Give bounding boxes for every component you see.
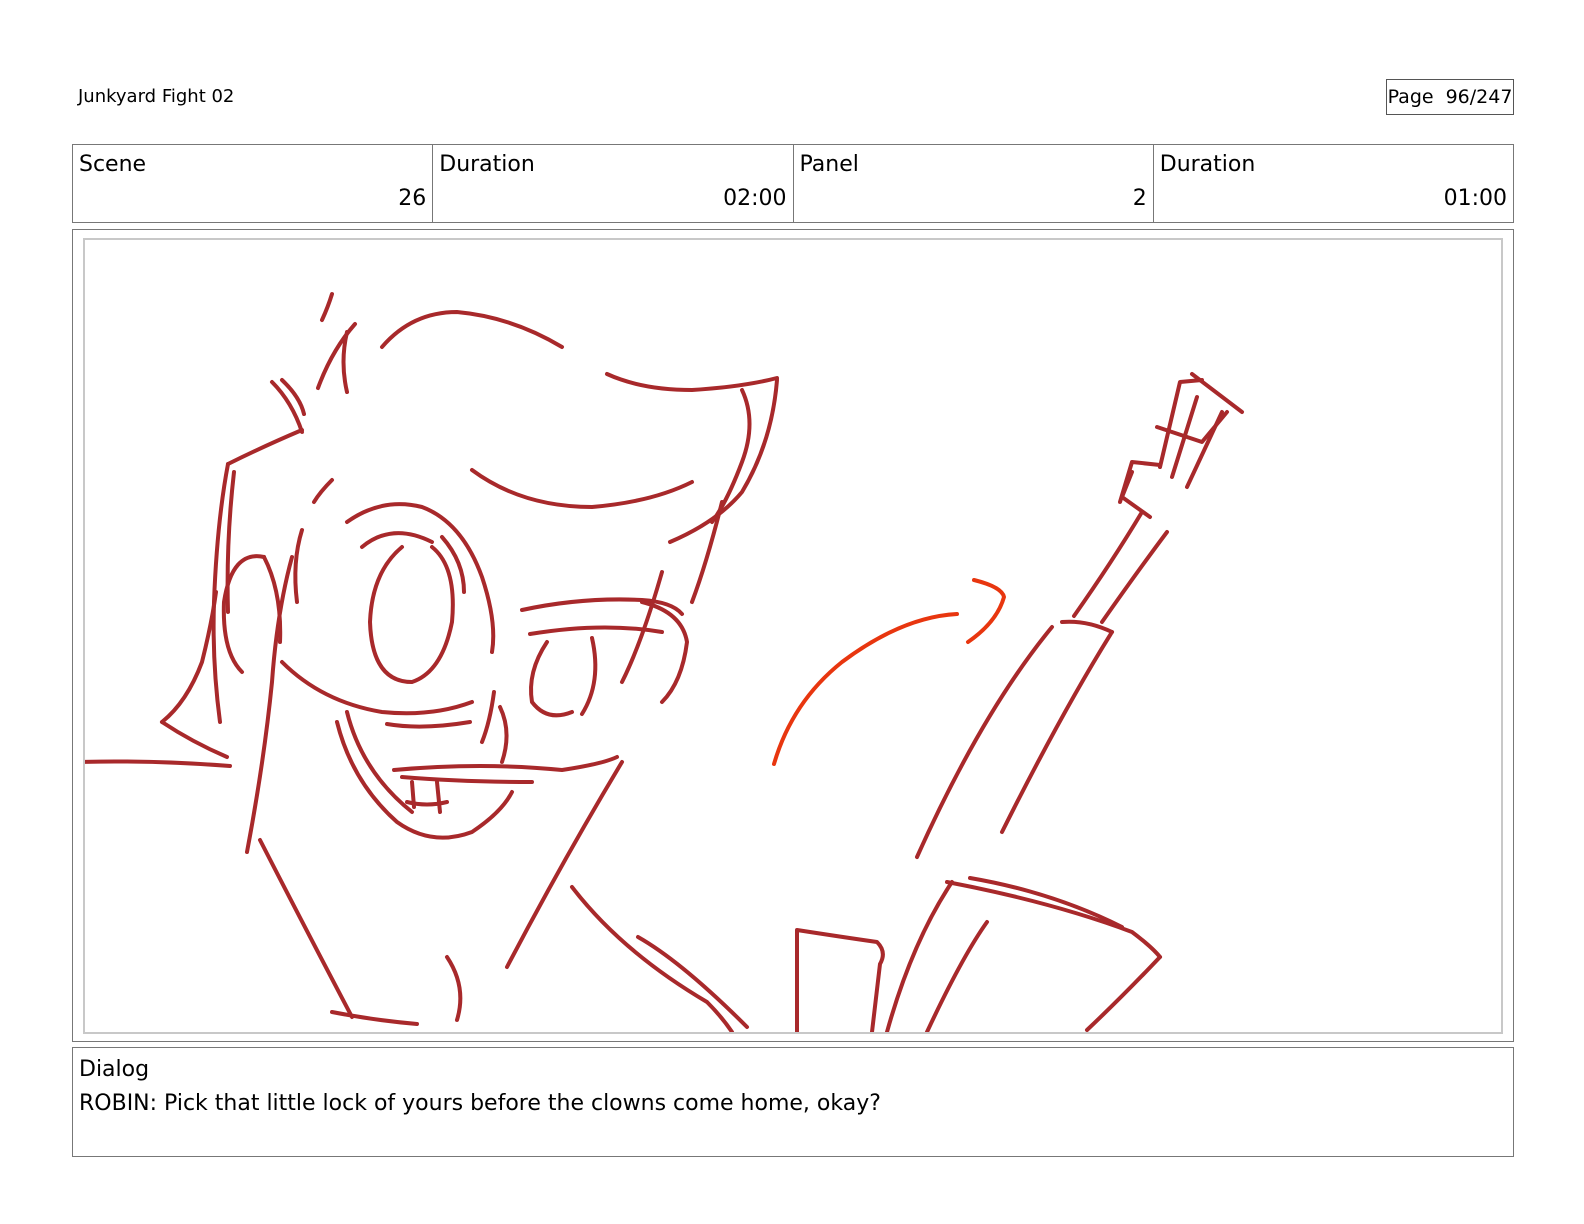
panel-duration-cell: Duration 01:00 <box>1154 145 1513 222</box>
document-title: Junkyard Fight 02 <box>78 86 235 107</box>
page-label: Page <box>1387 86 1434 108</box>
panel-duration-label: Duration <box>1159 152 1256 177</box>
dialog-text: ROBIN: Pick that little lock of yours be… <box>79 1091 881 1116</box>
panel-duration-value: 01:00 <box>1443 186 1507 211</box>
scene-duration-cell: Duration 02:00 <box>433 145 794 222</box>
character-sketch <box>85 292 1244 1032</box>
panel-label: Panel <box>799 152 859 177</box>
dialog-label: Dialog <box>79 1057 150 1082</box>
page-number: 96/247 <box>1445 86 1513 108</box>
scene-label: Scene <box>79 152 147 177</box>
scene-duration-value: 02:00 <box>723 186 787 211</box>
panel-info-row: Scene 26 Duration 02:00 Panel 2 Duration… <box>72 144 1514 223</box>
dialog-box: Dialog ROBIN: Pick that little lock of y… <box>72 1047 1514 1157</box>
scene-duration-label: Duration <box>439 152 535 177</box>
scene-value: 26 <box>398 186 427 211</box>
storyboard-panel-image <box>83 238 1503 1034</box>
page-indicator: Page 96/247 <box>1386 79 1514 115</box>
panel-cell: Panel 2 <box>794 145 1154 222</box>
scene-cell: Scene 26 <box>73 145 434 222</box>
panel-value: 2 <box>1132 186 1147 211</box>
motion-arrow <box>772 578 1006 766</box>
sketch-strokes <box>85 292 1244 1032</box>
